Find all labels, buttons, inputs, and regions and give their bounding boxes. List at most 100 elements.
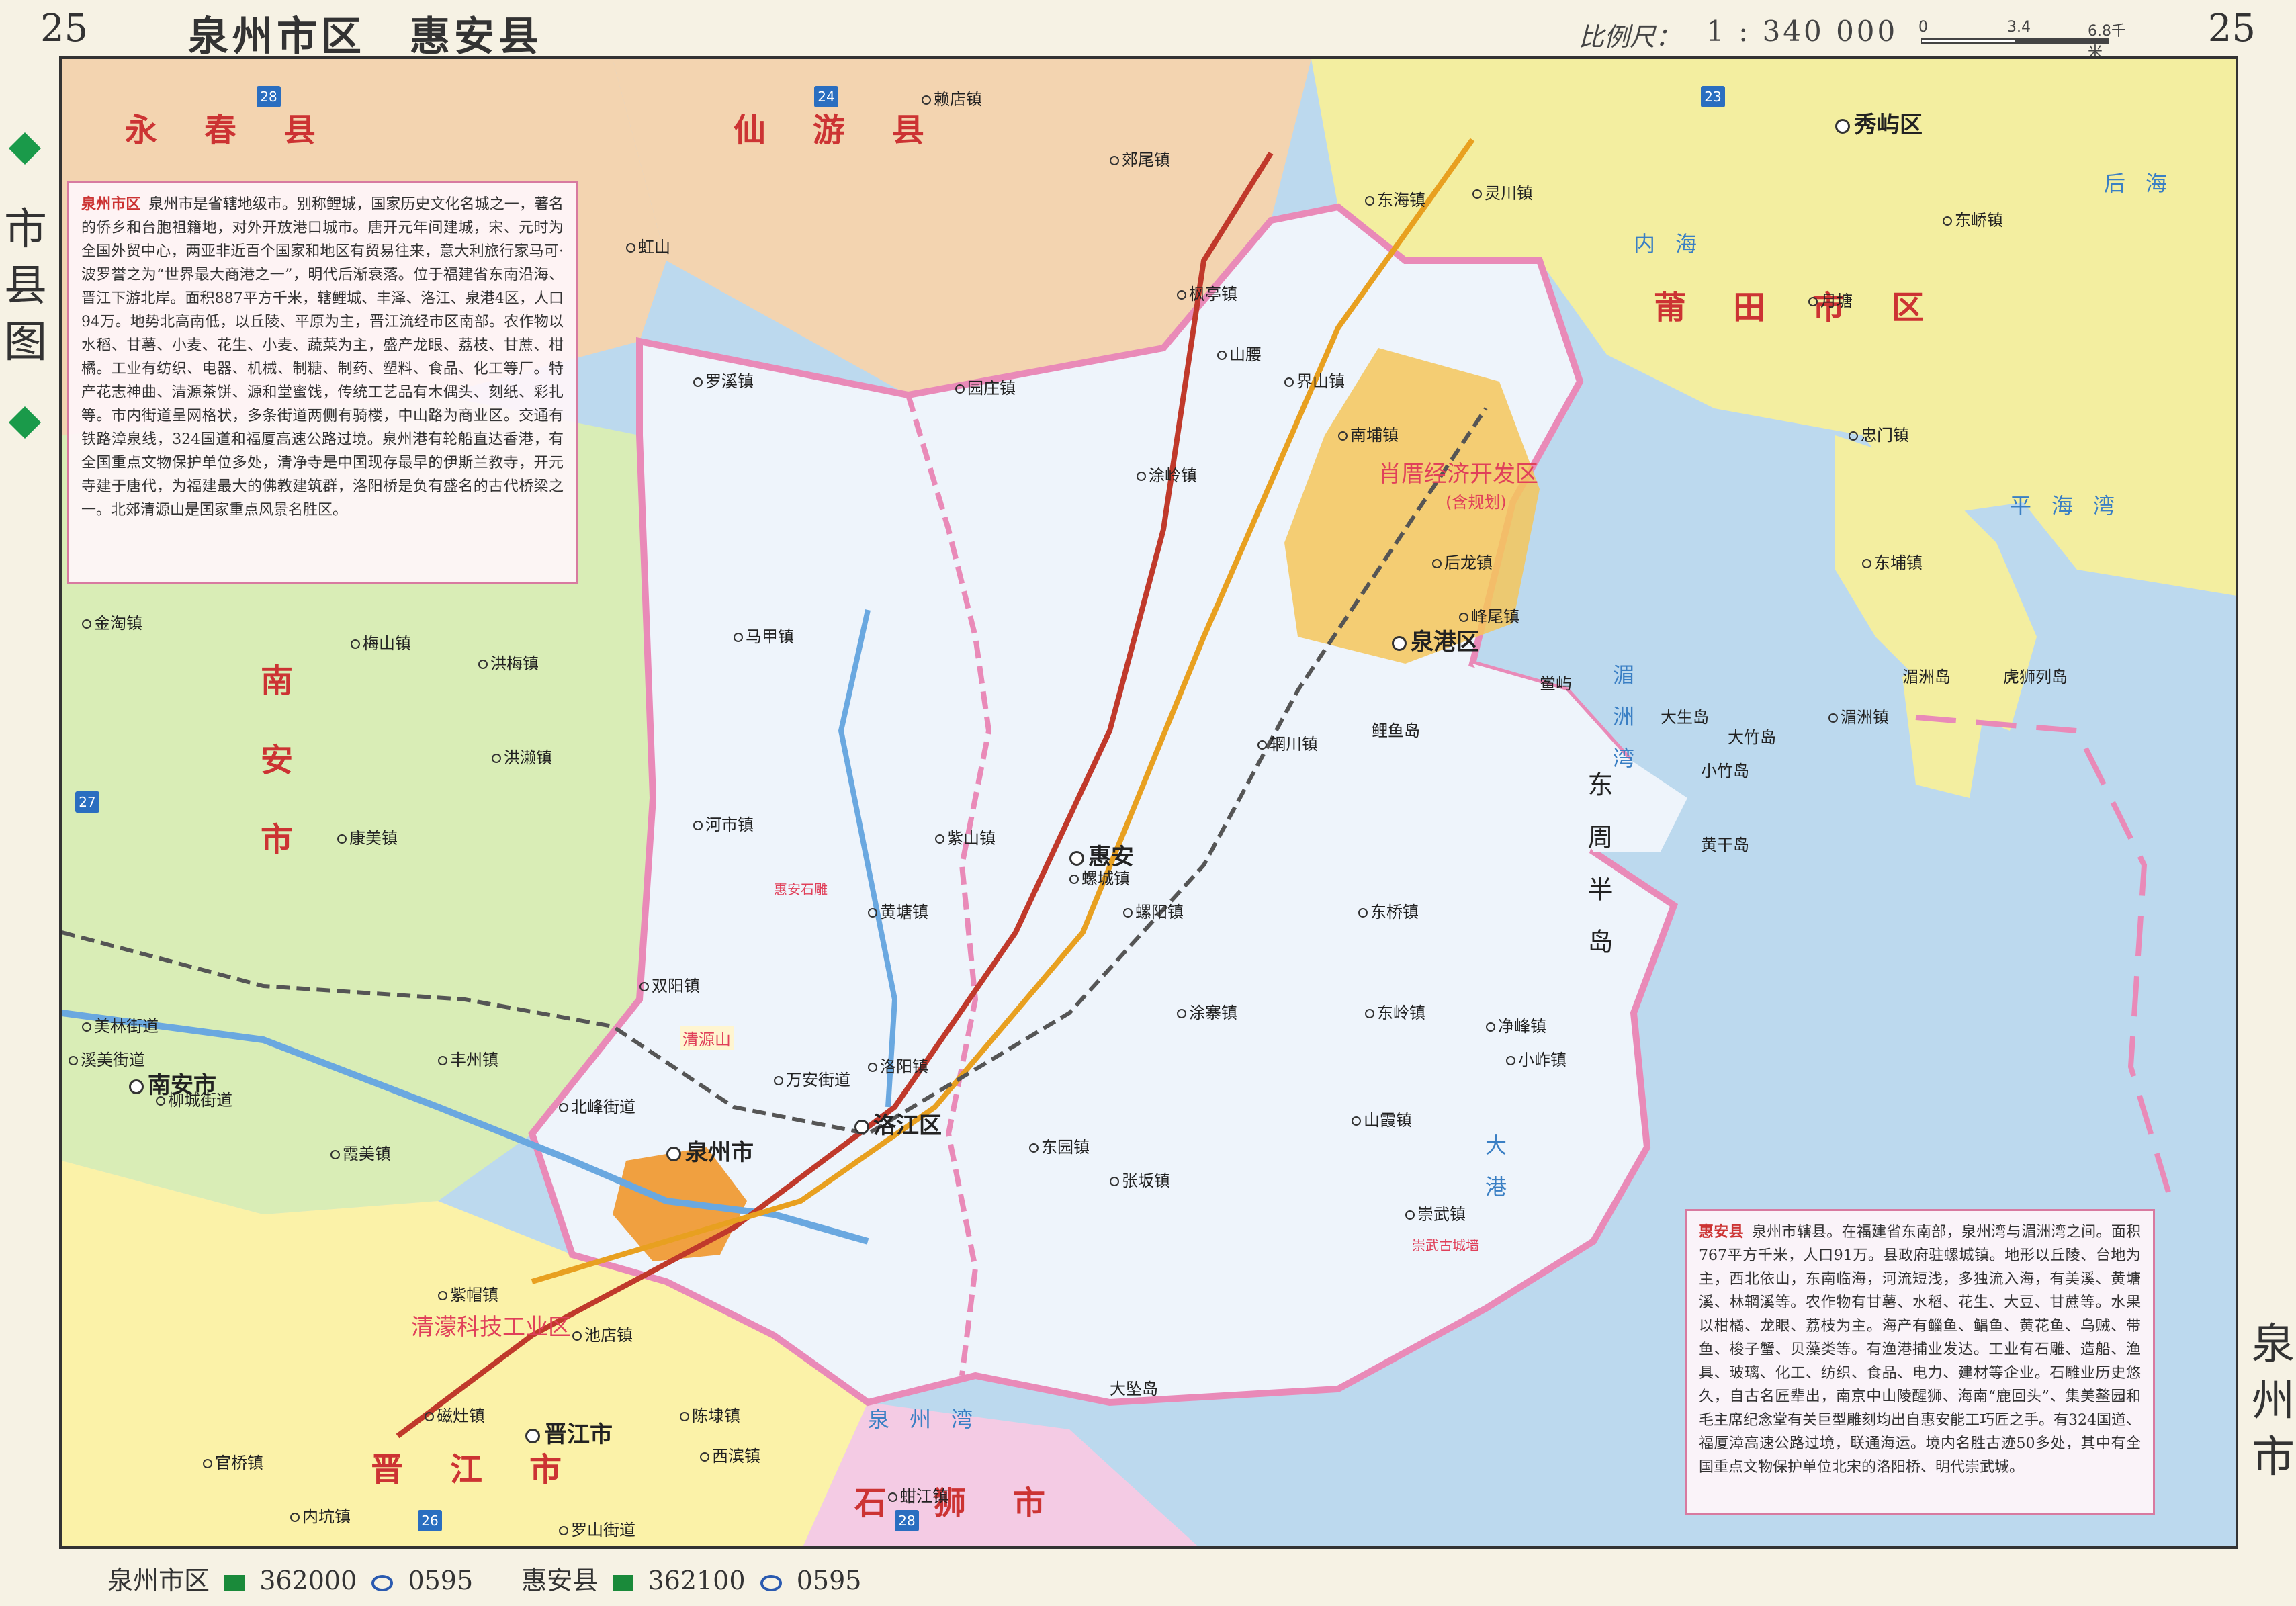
page-number-right: 25	[2207, 7, 2256, 50]
city-quanzhou[interactable]: 泉州市	[666, 1134, 754, 1167]
town-label[interactable]: 洪梅镇	[478, 650, 539, 674]
industrial-zone-label: 清濛科技工业区	[411, 1314, 571, 1341]
town-label[interactable]: 丰州镇	[438, 1046, 498, 1070]
town-label[interactable]: 洛阳镇	[868, 1053, 928, 1077]
town-label[interactable]: 郊尾镇	[1110, 146, 1170, 170]
highway-shield: 27	[75, 791, 99, 813]
footer-quanzhou-name: 泉州市区	[107, 1566, 210, 1595]
town-label[interactable]: 官桥镇	[203, 1449, 263, 1473]
scale-tick-1: 3.4	[2007, 19, 2031, 36]
town-label[interactable]: 黄塘镇	[868, 899, 928, 922]
town-label[interactable]: 涂寨镇	[1177, 999, 1237, 1023]
town-label[interactable]: 霞美镇	[330, 1141, 391, 1164]
postcode-icon	[224, 1574, 245, 1591]
town-label[interactable]: 马甲镇	[734, 623, 794, 647]
town-label[interactable]: 金淘镇	[82, 610, 142, 633]
town-label[interactable]: 紫山镇	[935, 825, 996, 848]
highway-shield: 23	[1701, 86, 1725, 107]
town-label[interactable]: 山腰	[1217, 341, 1262, 365]
town-label[interactable]: 东桥镇	[1358, 899, 1419, 922]
region-label: 晋江市	[371, 1451, 609, 1488]
town-label[interactable]: 峰尾镇	[1459, 603, 1519, 627]
town-label[interactable]: 园庄镇	[955, 375, 1016, 398]
town-label[interactable]: 枫亭镇	[1177, 281, 1237, 304]
town-label[interactable]: 涂岭镇	[1137, 462, 1197, 486]
scale-value: 1 : 340 000	[1706, 15, 1898, 48]
town-label[interactable]: 罗溪镇	[693, 368, 754, 392]
landmark-label[interactable]: 惠安石雕	[774, 879, 828, 898]
island-label: 小竹岛	[1701, 762, 1749, 780]
town-label[interactable]: 蚶江镇	[888, 1483, 948, 1507]
town-label[interactable]: 张坂镇	[1110, 1167, 1170, 1191]
town-label[interactable]: 东岭镇	[1365, 999, 1425, 1023]
town-label[interactable]: 洪濑镇	[492, 744, 552, 768]
town-label[interactable]: 辋川镇	[1257, 731, 1318, 754]
town-label[interactable]: 灵川镇	[1472, 180, 1533, 204]
town-label[interactable]: 罗山街道	[559, 1517, 635, 1540]
island-label: 大竹岛	[1728, 728, 1776, 747]
footer-huian: 惠安县 362100 0595	[521, 1566, 861, 1595]
town-label[interactable]: 池店镇	[572, 1322, 633, 1345]
city-jinjiang[interactable]: 晋江市	[525, 1416, 613, 1449]
town-label[interactable]: 河市镇	[693, 811, 754, 835]
island-label: 鲎屿	[1540, 674, 1572, 693]
town-label[interactable]: 东峤镇	[1943, 207, 2003, 230]
page-number-left: 25	[40, 7, 89, 50]
town-label[interactable]: 磁灶镇	[425, 1402, 485, 1426]
town-label[interactable]: 南埔镇	[1338, 422, 1399, 445]
town-label[interactable]: 西滨镇	[700, 1443, 760, 1466]
town-label[interactable]: 山霞镇	[1352, 1107, 1412, 1130]
city-xiuyu[interactable]: 秀屿区	[1835, 106, 1923, 139]
town-label[interactable]: 月塘	[1808, 287, 1853, 311]
quanzhou-info-text: 泉州市是省辖地级市。别称鲤城，国家历史文化名城之一，著名的侨乡和台胞祖籍地，对外…	[81, 196, 564, 519]
town-label[interactable]: 小岞镇	[1506, 1046, 1566, 1070]
town-label[interactable]: 陈埭镇	[680, 1402, 740, 1426]
town-label[interactable]: 溪美街道	[69, 1046, 145, 1070]
town-label[interactable]: 界山镇	[1284, 368, 1345, 392]
town-label[interactable]: 赖店镇	[922, 86, 982, 109]
town-label[interactable]: 螺城镇	[1069, 865, 1130, 889]
footer-huian-phone: 0595	[796, 1566, 862, 1595]
town-label[interactable]: 双阳镇	[639, 973, 700, 996]
water-label: 后海	[2104, 171, 2188, 196]
town-label[interactable]: 康美镇	[337, 825, 398, 848]
landmark-label[interactable]: 崇武古城墙	[1412, 1235, 1479, 1254]
town-label[interactable]: 柳城街道	[156, 1087, 232, 1110]
town-label[interactable]: 万安街道	[774, 1067, 850, 1090]
phone-icon	[760, 1574, 782, 1591]
town-label[interactable]: 东海镇	[1365, 187, 1425, 210]
island-label: 大生岛	[1661, 708, 1709, 727]
town-label[interactable]: 东园镇	[1029, 1134, 1090, 1157]
huian-info-box: 惠安县 泉州市辖县。在福建省东南部，泉州湾与湄洲湾之间。面积767平方千米，人口9…	[1685, 1209, 2155, 1515]
town-label[interactable]: 美林街道	[82, 1013, 159, 1036]
peninsula-label: 东周半岛	[1583, 771, 1613, 981]
city-quangang[interactable]: 泉港区	[1392, 623, 1479, 656]
scale-label: 比例尺：	[1579, 22, 1681, 52]
town-label[interactable]: 崇武镇	[1405, 1201, 1466, 1224]
water-label: 泉州湾	[868, 1407, 994, 1432]
dev-zone-sub-label: (含规划)	[1446, 493, 1507, 512]
highway-shield: 28	[895, 1510, 919, 1531]
shishi-area	[803, 1402, 1198, 1546]
town-label[interactable]: 北峰街道	[559, 1094, 635, 1117]
sidebar-left-label: 市县图	[4, 205, 47, 367]
landmark-label[interactable]: 清源山	[680, 1026, 734, 1050]
town-label[interactable]: 梅山镇	[351, 630, 411, 654]
highway-shield: 28	[257, 86, 281, 107]
water-label: 内海	[1634, 231, 1718, 257]
town-label[interactable]: 东埔镇	[1862, 549, 1923, 573]
town-label[interactable]: 紫帽镇	[438, 1282, 498, 1305]
footer-huian-name: 惠安县	[521, 1566, 599, 1595]
town-label[interactable]: 净峰镇	[1486, 1013, 1546, 1036]
island-label: 大坠岛	[1110, 1380, 1158, 1398]
huian-info-text: 泉州市辖县。在福建省东南部，泉州湾与湄洲湾之间。面积767平方千米，人口91万。…	[1699, 1224, 2141, 1476]
town-label[interactable]: 内坑镇	[290, 1503, 351, 1527]
town-label[interactable]: 后龙镇	[1432, 549, 1493, 573]
footer-huian-post: 362100	[648, 1566, 746, 1595]
town-label[interactable]: 螺阳镇	[1123, 899, 1184, 922]
town-label[interactable]: 湄洲镇	[1828, 704, 1889, 727]
city-luojiang[interactable]: 洛江区	[854, 1107, 942, 1140]
town-label[interactable]: 忠门镇	[1849, 422, 1909, 445]
map-title: 泉州市区 惠安县	[188, 13, 543, 60]
town-label[interactable]: 虹山	[626, 234, 670, 257]
